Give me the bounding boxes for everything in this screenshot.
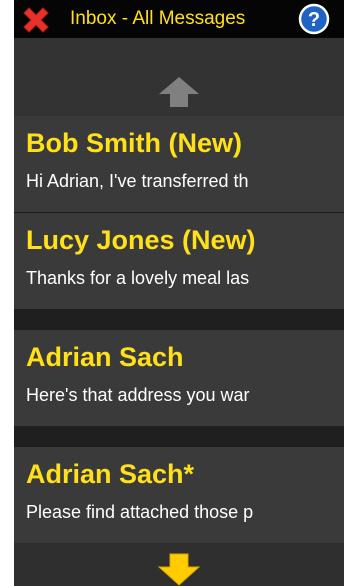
close-button[interactable] — [20, 4, 52, 36]
message-sender: Adrian Sach* — [26, 459, 195, 489]
close-x-icon — [23, 7, 49, 33]
divider — [14, 426, 344, 447]
message-preview: Thanks for a lovely meal las — [26, 268, 250, 288]
svg-text:?: ? — [308, 9, 320, 31]
arrow-down-icon — [157, 553, 201, 586]
message-preview: Hi Adrian, I've transferred th — [26, 171, 249, 191]
app-frame: Inbox - All Messages ? Bob Smith (New) H… — [14, 0, 344, 586]
title-bar: Inbox - All Messages ? — [14, 0, 344, 38]
divider — [14, 309, 344, 330]
scroll-down-button[interactable] — [14, 543, 344, 586]
message-item[interactable]: Adrian Sach* Please find attached those … — [14, 447, 344, 543]
message-sender: Lucy Jones (New) — [26, 225, 256, 255]
message-sender: Adrian Sach — [26, 342, 184, 372]
message-preview: Please find attached those p — [26, 502, 254, 522]
screen: Inbox - All Messages ? Bob Smith (New) H… — [0, 0, 349, 586]
scroll-up-button[interactable] — [14, 38, 344, 116]
message-item[interactable]: Lucy Jones (New) Thanks for a lovely mea… — [14, 213, 344, 309]
help-question-icon: ? — [298, 3, 330, 35]
page-title: Inbox - All Messages — [70, 8, 246, 29]
help-button[interactable]: ? — [298, 3, 330, 35]
message-item[interactable]: Bob Smith (New) Hi Adrian, I've transfer… — [14, 116, 344, 212]
arrow-up-icon — [159, 77, 199, 107]
message-item[interactable]: Adrian Sach Here's that address you war — [14, 330, 344, 426]
message-preview: Here's that address you war — [26, 385, 250, 405]
message-sender: Bob Smith (New) — [26, 128, 242, 158]
